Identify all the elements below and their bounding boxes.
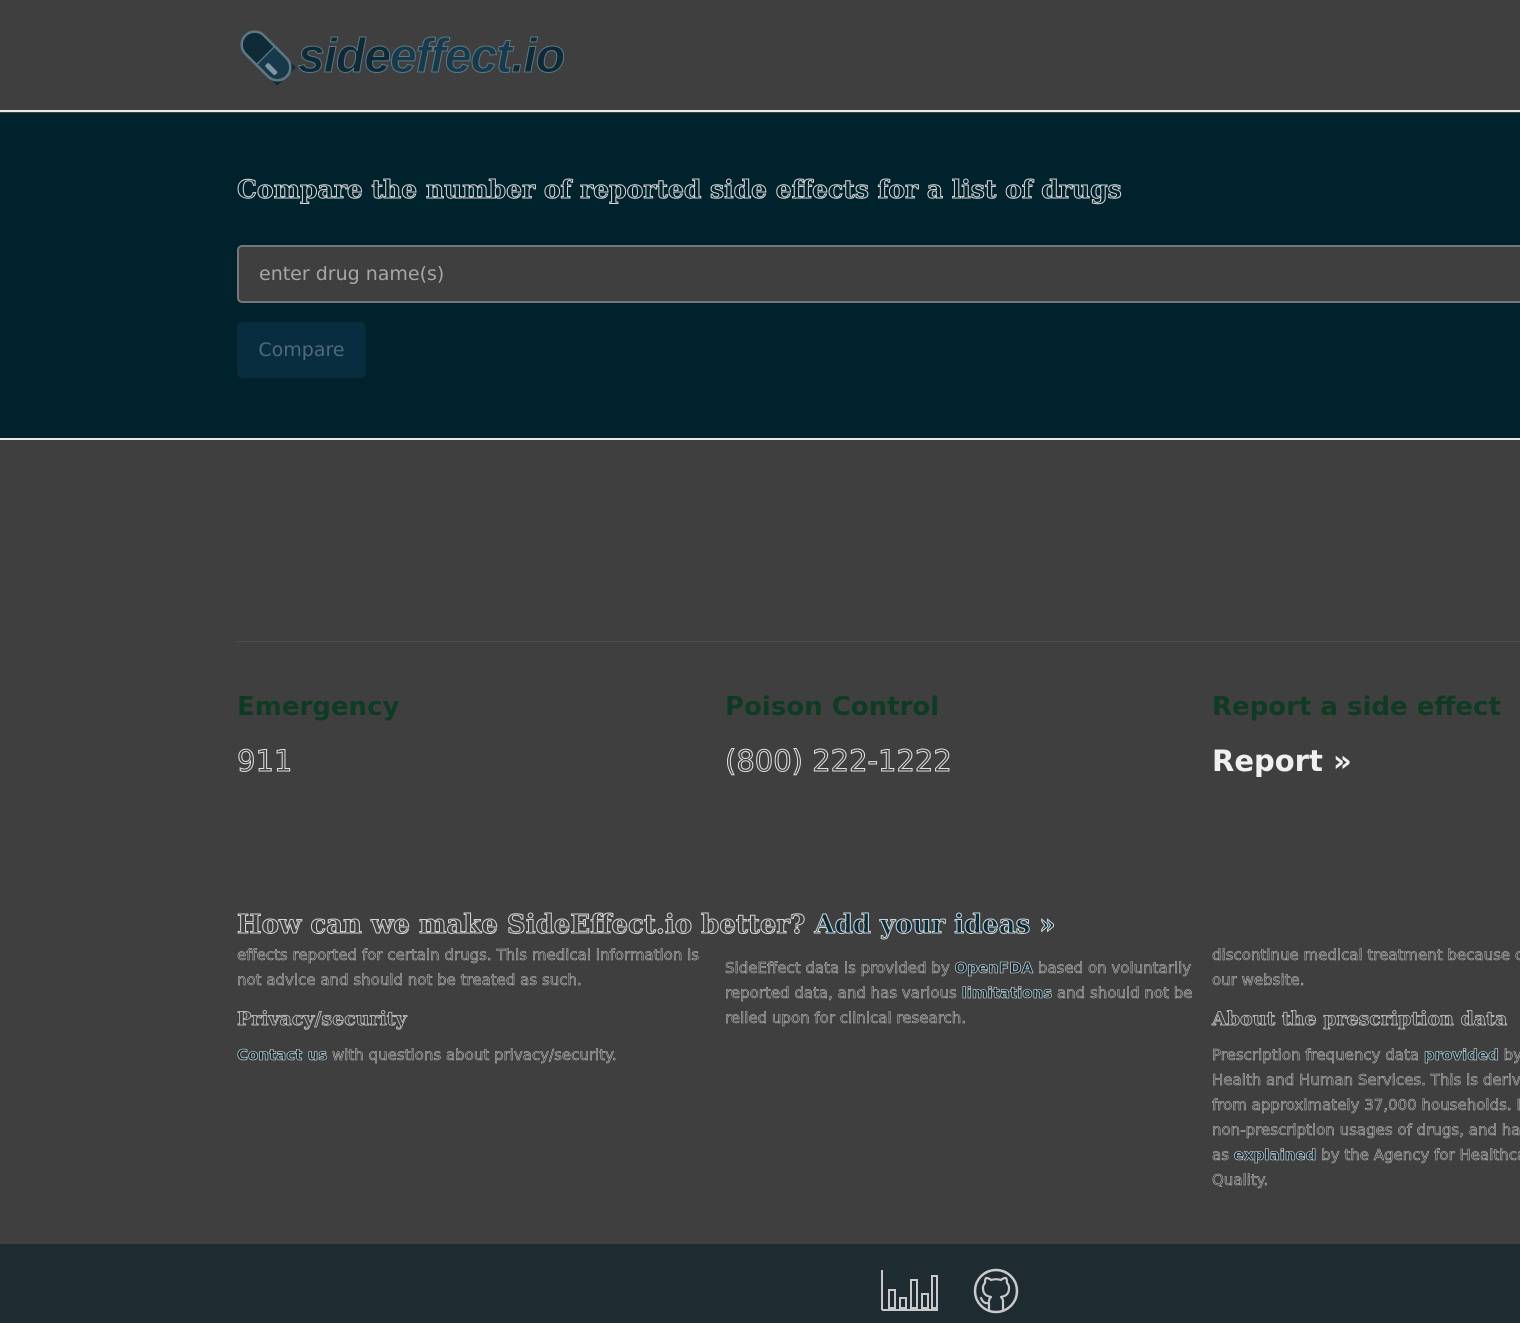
limitations-link[interactable]: limitations	[961, 984, 1052, 1003]
github-icon[interactable]	[972, 1268, 1020, 1314]
poison-control-heading: Poison Control	[725, 692, 940, 722]
treatment-disclaimer-text: discontinue medical treatment because of…	[1212, 946, 1520, 990]
compare-button[interactable]: Compare	[237, 322, 366, 378]
page-title: Compare the number of reported side effe…	[237, 175, 1123, 205]
privacy-heading: Privacy/security	[237, 1008, 407, 1031]
explained-link[interactable]: explained	[1233, 1146, 1316, 1165]
report-link[interactable]: Report »	[1212, 744, 1352, 778]
feedback-prompt: How can we make SideEffect.io better? Ad…	[236, 910, 1056, 941]
add-ideas-link[interactable]: Add your ideas »	[814, 910, 1056, 941]
site-header: sideeffect.io	[0, 0, 1520, 112]
hero-section: Compare the number of reported side effe…	[0, 113, 1520, 440]
data-source-text: SideEffect data is provided by OpenFDA b…	[725, 959, 1193, 1028]
openfda-link[interactable]: OpenFDA	[954, 959, 1033, 978]
logo-wordmark: sideeffect.io	[297, 29, 565, 83]
report-heading: Report a side effect	[1212, 692, 1501, 722]
site-logo[interactable]: sideeffect.io	[236, 24, 566, 88]
bar-chart-icon[interactable]	[880, 1268, 940, 1312]
prescription-data-heading: About the prescription data	[1212, 1008, 1508, 1031]
poison-control-number[interactable]: (800) 222-1222	[725, 744, 953, 779]
privacy-text: Contact us with questions about privacy/…	[237, 1046, 617, 1065]
provided-link[interactable]: provided	[1424, 1046, 1500, 1065]
pill-capsule-icon	[240, 30, 296, 86]
site-footer	[0, 1244, 1520, 1323]
section-divider	[237, 641, 1520, 642]
drug-search-input[interactable]	[237, 245, 1520, 303]
emergency-number: 911	[236, 744, 293, 779]
prescription-data-text: Prescription frequency data provided by …	[1212, 1046, 1520, 1190]
disclaimer-text: effects reported for certain drugs. This…	[237, 946, 700, 990]
emergency-heading: Emergency	[237, 692, 400, 722]
feedback-text: How can we make SideEffect.io better?	[236, 910, 806, 941]
contact-us-link[interactable]: Contact us	[237, 1046, 328, 1065]
